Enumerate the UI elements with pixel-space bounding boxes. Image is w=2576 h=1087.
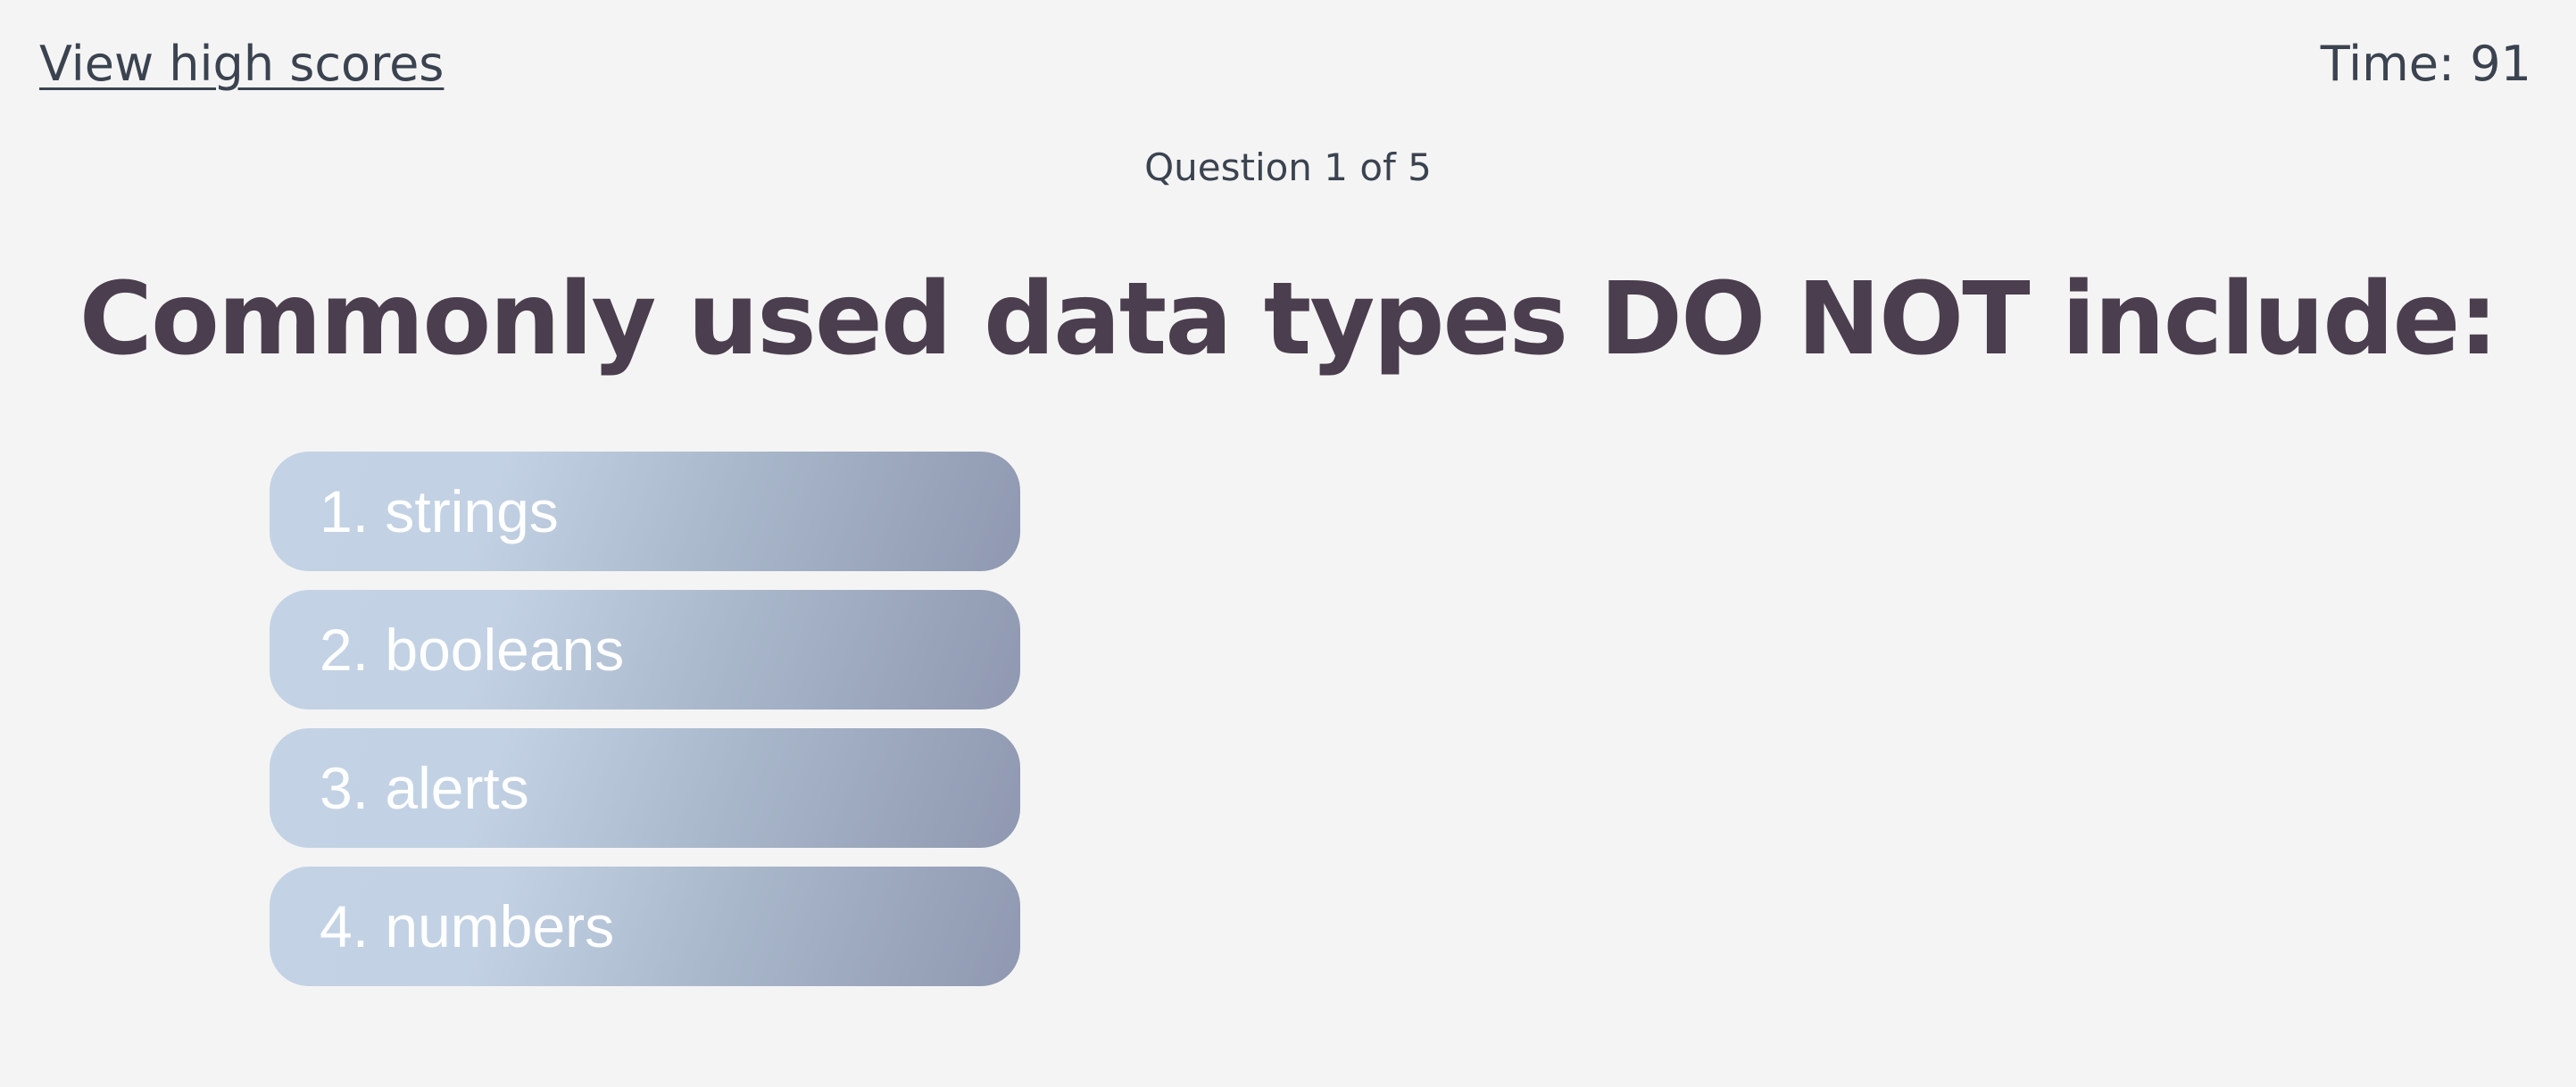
question-progress: Question 1 of 5 bbox=[1144, 145, 1432, 189]
answer-choice-numbers[interactable]: 4. numbers bbox=[270, 867, 1020, 986]
answer-choice-alerts[interactable]: 3. alerts bbox=[270, 728, 1020, 848]
answer-choices: 1. strings 2. booleans 3. alerts 4. numb… bbox=[270, 452, 1020, 1005]
question-title: Commonly used data types DO NOT include: bbox=[79, 261, 2498, 378]
view-high-scores-link[interactable]: View high scores bbox=[39, 34, 444, 95]
answer-choice-booleans[interactable]: 2. booleans bbox=[270, 590, 1020, 709]
timer: Time: 91 bbox=[2320, 36, 2531, 92]
answer-choice-strings[interactable]: 1. strings bbox=[270, 452, 1020, 571]
